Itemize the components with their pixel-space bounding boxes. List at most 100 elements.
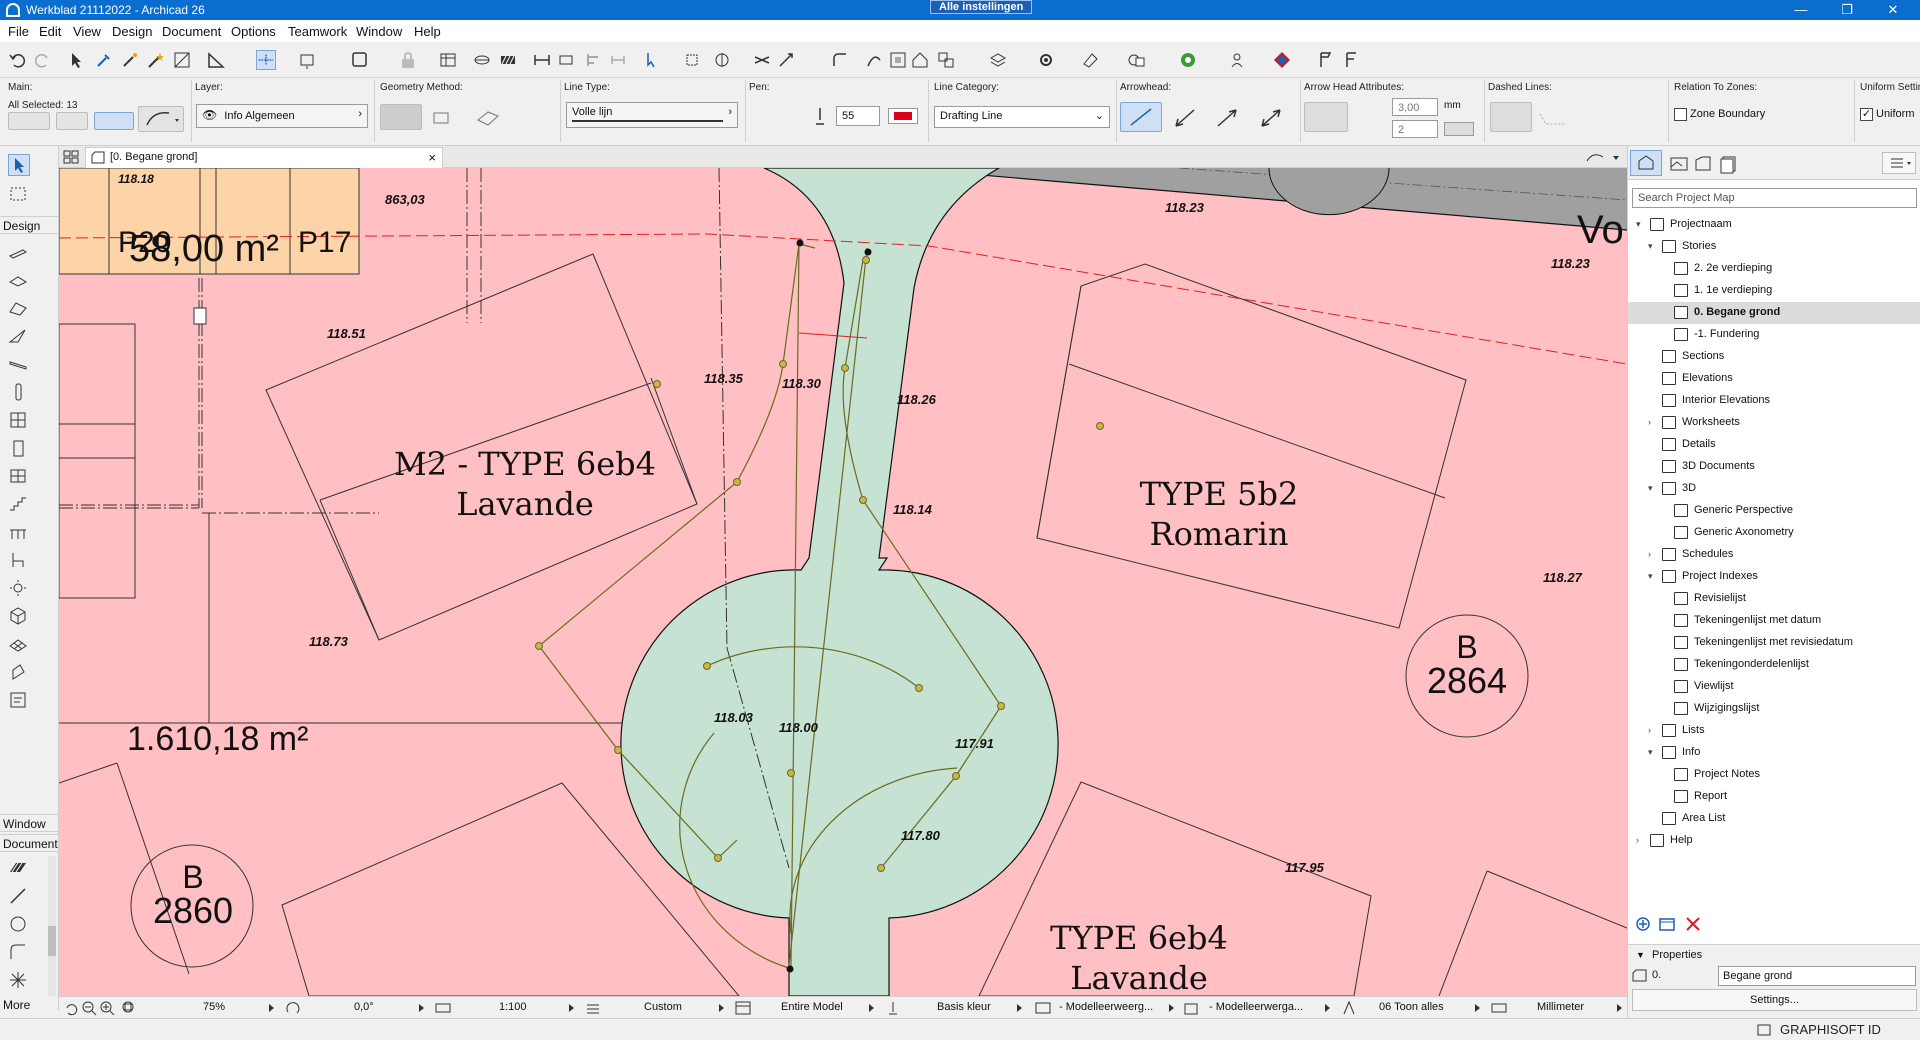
menu-view[interactable]: View (73, 24, 101, 39)
offset-icon[interactable] (864, 50, 884, 70)
structure-display[interactable]: Custom (644, 1001, 682, 1013)
window-tool[interactable] (8, 466, 30, 488)
arrowhead-start-icon[interactable] (1172, 106, 1198, 130)
roof-tool[interactable] (8, 298, 30, 320)
tree-item[interactable]: Report (1628, 786, 1920, 808)
tab-begane-grond[interactable]: [0. Begane grond] × (85, 147, 443, 168)
tree-item[interactable]: Interior Elevations (1628, 390, 1920, 412)
display-order-icon[interactable] (988, 50, 1008, 70)
bimx-icon[interactable] (1272, 50, 1292, 70)
tree-item[interactable]: › Schedules (1628, 544, 1920, 566)
tree-item[interactable]: Revisielijst (1628, 588, 1920, 610)
tree-item[interactable]: Elevations (1628, 368, 1920, 390)
undo-zoom-icon[interactable] (63, 1000, 79, 1016)
gravity-icon[interactable] (298, 50, 318, 70)
tree-item[interactable]: 1. 1e verdieping (1628, 280, 1920, 302)
lock-icon[interactable] (398, 50, 418, 70)
line-tool[interactable] (8, 886, 30, 908)
collapsed-chevron-icon[interactable]: › (1648, 417, 1651, 427)
label-tool[interactable] (8, 690, 30, 712)
door-tool[interactable] (8, 438, 30, 460)
expanded-chevron-icon[interactable]: ▾ (1648, 571, 1653, 582)
settings-badge[interactable]: Alle instellingen (930, 0, 1033, 14)
menu-edit[interactable]: Edit (39, 24, 61, 39)
measure-icon[interactable] (206, 50, 226, 70)
tree-item[interactable]: Area List (1628, 808, 1920, 830)
tree-item[interactable]: › Worksheets (1628, 412, 1920, 434)
syringe-icon[interactable] (120, 50, 140, 70)
dashed-option-icon[interactable] (1538, 110, 1568, 130)
menu-file[interactable]: File (8, 24, 29, 39)
arrow-pen-swatch[interactable] (1444, 122, 1474, 136)
story-name-input[interactable]: Begane grond (1718, 966, 1916, 986)
fit-in-window-icon[interactable] (121, 1000, 137, 1016)
dashed-line-button[interactable] (1490, 102, 1532, 132)
railing-tool[interactable] (8, 522, 30, 544)
zone-boundary-checkbox[interactable] (1674, 108, 1687, 121)
resize-icon[interactable] (556, 50, 576, 70)
arc-option-button[interactable] (138, 106, 184, 132)
polyline-tool[interactable] (8, 942, 30, 964)
rectangle-geometry-icon[interactable] (432, 110, 452, 126)
structure-menu-arrow-icon[interactable] (719, 1004, 724, 1012)
column-tool[interactable] (8, 382, 30, 404)
settings-button[interactable]: Settings... (1632, 989, 1917, 1011)
stair-tool[interactable] (8, 494, 30, 516)
line-type-select[interactable]: Volle lijn › (566, 102, 738, 128)
pen-set[interactable]: Basis kleur (937, 1001, 991, 1013)
arrow-type-button[interactable] (1304, 102, 1348, 132)
more-button[interactable]: More (0, 998, 59, 1012)
explode-icon[interactable] (888, 50, 908, 70)
tree-item[interactable]: 3D Documents (1628, 456, 1920, 478)
align-icon[interactable] (584, 50, 604, 70)
arrow-size-input[interactable]: 3,00 (1392, 98, 1438, 116)
reference-button[interactable] (94, 112, 134, 130)
renovation-filter[interactable]: 06 Toon alles (1379, 1001, 1444, 1013)
publisher-sets-icon[interactable] (1718, 154, 1740, 174)
menu-window[interactable]: Window (356, 24, 402, 39)
fill-tool[interactable] (8, 858, 30, 880)
tree-item[interactable]: Generic Axonometry (1628, 522, 1920, 544)
model-view-options[interactable]: - Modelleerweerg... (1059, 1001, 1165, 1013)
tree-item[interactable]: › Lists (1628, 720, 1920, 742)
arrowhead-both-icon[interactable] (1258, 106, 1284, 130)
drawing-canvas[interactable]: P20 58,00 m² P17 118.18 863,03 118.51 11… (59, 168, 1627, 996)
menu-design[interactable]: Design (112, 24, 152, 39)
collapsed-chevron-icon[interactable]: › (1648, 725, 1651, 735)
dimension-units[interactable]: Millimeter (1537, 1001, 1584, 1013)
design-section[interactable]: Design (0, 216, 58, 234)
rotation-angle[interactable]: 0,0° (354, 1001, 374, 1013)
override-menu-arrow-icon[interactable] (1325, 1004, 1330, 1012)
zoom-out-icon[interactable] (81, 1000, 97, 1016)
tree-item[interactable]: Project Notes (1628, 764, 1920, 786)
object-tool[interactable] (8, 550, 30, 572)
arrowhead-none-button[interactable] (1120, 102, 1162, 132)
project-map-tab[interactable] (1630, 150, 1662, 176)
tree-item[interactable]: Generic Perspective (1628, 500, 1920, 522)
eyedropper-icon[interactable] (94, 50, 114, 70)
stretch-icon[interactable] (532, 50, 552, 70)
morph-tool[interactable] (8, 606, 30, 628)
marquee-mode-button[interactable] (56, 112, 88, 130)
scale-menu-arrow-icon[interactable] (569, 1004, 574, 1012)
wall-finish-icon[interactable] (472, 50, 492, 70)
tree-item[interactable]: ▾ Projectnaam (1628, 214, 1920, 236)
selection-mode-button[interactable] (8, 112, 50, 130)
tree-item[interactable]: ▾ 3D (1628, 478, 1920, 500)
duplicate-icon[interactable] (1126, 50, 1146, 70)
menu-options[interactable]: Options (231, 24, 276, 39)
geometry-polyline-button[interactable] (380, 104, 422, 130)
pointer-icon[interactable] (66, 50, 86, 70)
tree-item[interactable]: 2. 2e verdieping (1628, 258, 1920, 280)
expanded-chevron-icon[interactable]: ▾ (1636, 219, 1641, 230)
minimize-button[interactable]: — (1778, 0, 1824, 20)
zone-tool[interactable] (8, 662, 30, 684)
tab-close-icon[interactable]: × (428, 150, 436, 165)
uniform-checkbox[interactable]: ✓ (1860, 108, 1873, 121)
mesh-tool[interactable] (8, 634, 30, 656)
menu-help[interactable]: Help (414, 24, 441, 39)
add-view-icon[interactable] (1634, 915, 1652, 933)
window-section[interactable]: Window (0, 814, 58, 832)
drag-icon[interactable] (642, 50, 662, 70)
maximize-button[interactable]: ❐ (1824, 0, 1870, 20)
